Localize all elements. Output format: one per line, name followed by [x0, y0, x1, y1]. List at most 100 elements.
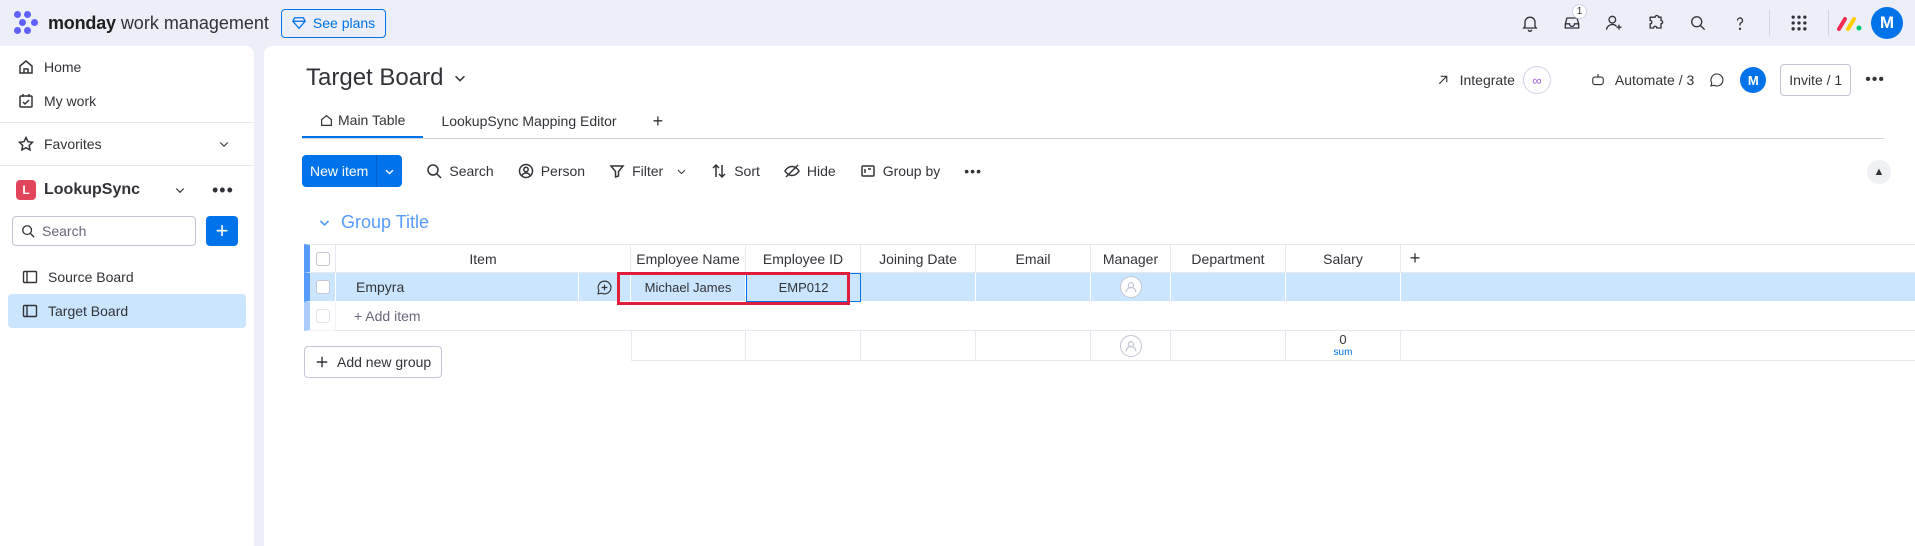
- invite-button[interactable]: Invite / 1: [1780, 64, 1852, 96]
- top-icons: 1 M: [1509, 0, 1903, 46]
- automate-button[interactable]: Automate / 3: [1589, 71, 1694, 89]
- see-plans-button[interactable]: See plans: [280, 8, 387, 38]
- more-options-icon[interactable]: •••: [212, 180, 234, 201]
- sidebar-item-target-board[interactable]: Target Board: [8, 294, 246, 328]
- divider: [1769, 10, 1770, 36]
- header-filler: [1429, 244, 1915, 273]
- search-button[interactable]: Search: [414, 155, 505, 187]
- board-member-avatar[interactable]: M: [1740, 67, 1767, 93]
- salary-cell[interactable]: [1286, 273, 1401, 302]
- summary-cell: [746, 331, 861, 361]
- toolbar-label: Group by: [882, 163, 941, 179]
- home-icon: [321, 114, 332, 126]
- add-board-button[interactable]: +: [206, 216, 238, 246]
- collapse-header-button[interactable]: ▲: [1867, 160, 1891, 184]
- board-table: Item Employee Name Employee ID Joining D…: [304, 244, 1915, 361]
- board-icon: [22, 270, 38, 284]
- column-header-item[interactable]: Item: [336, 244, 631, 273]
- more-options-icon[interactable]: •••: [1865, 71, 1885, 89]
- search-icon[interactable]: [1677, 0, 1719, 46]
- divider: [1828, 10, 1829, 36]
- column-header-employee-id[interactable]: Employee ID: [746, 244, 861, 273]
- board-icon: [22, 304, 38, 318]
- person-icon: [518, 163, 533, 179]
- board-title[interactable]: Target Board: [306, 64, 467, 92]
- column-header-employee-name[interactable]: Employee Name: [631, 244, 746, 273]
- sort-button[interactable]: Sort: [699, 155, 772, 187]
- chat-icon: [1710, 73, 1724, 87]
- new-item-button[interactable]: New item: [302, 155, 403, 187]
- toolbar-label: Search: [449, 163, 494, 179]
- chevron-down-icon[interactable]: [318, 216, 331, 229]
- bell-icon[interactable]: [1509, 0, 1551, 46]
- filter-button[interactable]: Filter: [597, 155, 699, 187]
- my-work-icon: [19, 94, 33, 108]
- add-new-group-button[interactable]: Add new group: [304, 346, 443, 378]
- column-header-manager[interactable]: Manager: [1091, 244, 1171, 273]
- email-cell[interactable]: [976, 273, 1091, 302]
- plus-icon: [316, 356, 328, 368]
- group-title-text: Group Title: [341, 212, 430, 232]
- column-header-salary[interactable]: Salary: [1286, 244, 1401, 273]
- tab-main-table[interactable]: Main Table: [302, 104, 424, 138]
- invite-members-icon[interactable]: [1593, 0, 1635, 46]
- column-header-email[interactable]: Email: [976, 244, 1091, 273]
- integrate-button[interactable]: Integrate ∞: [1434, 66, 1551, 94]
- app-grid-icon[interactable]: [1778, 0, 1820, 46]
- workspace-name: LookupSync: [44, 181, 141, 198]
- monday-logo[interactable]: monday work management: [14, 11, 269, 35]
- add-column-button[interactable]: +: [1401, 244, 1429, 273]
- chevron-down-icon[interactable]: [676, 166, 687, 177]
- select-all-checkbox[interactable]: [304, 244, 336, 273]
- tab-lookupsync-mapping-editor[interactable]: LookupSync Mapping Editor: [423, 104, 634, 138]
- group-by-icon: [860, 165, 875, 177]
- more-options-icon[interactable]: •••: [952, 155, 994, 187]
- salary-sum-cell[interactable]: 0 sum: [1286, 331, 1401, 361]
- chevron-down-icon[interactable]: [376, 155, 402, 187]
- add-view-button[interactable]: +: [635, 104, 682, 138]
- add-row-filler: [631, 302, 1915, 331]
- robot-icon: [1592, 74, 1604, 86]
- manager-cell[interactable]: [1091, 273, 1171, 302]
- see-plans-label: See plans: [312, 15, 376, 31]
- column-header-department[interactable]: Department: [1171, 244, 1286, 273]
- updates-button[interactable]: [1708, 71, 1726, 89]
- search-placeholder: Search: [42, 223, 87, 239]
- item-name-cell[interactable]: Empyra: [336, 272, 631, 302]
- row-checkbox[interactable]: [304, 273, 336, 302]
- sidebar-item-favorites[interactable]: Favorites: [0, 127, 254, 161]
- group-by-button[interactable]: Group by: [848, 155, 953, 187]
- salary-sum-label: sum: [1333, 347, 1353, 359]
- table-header-row: Item Employee Name Employee ID Joining D…: [304, 244, 1915, 273]
- workspace-badge: L: [16, 180, 36, 200]
- logo-icon: [14, 11, 42, 35]
- apps-icon[interactable]: [1635, 0, 1677, 46]
- new-item-label: New item: [310, 163, 369, 179]
- hide-button[interactable]: Hide: [772, 155, 848, 187]
- column-header-joining-date[interactable]: Joining Date: [861, 244, 976, 273]
- sidebar-item-my-work[interactable]: My work: [0, 84, 254, 118]
- board-label: Source Board: [48, 269, 134, 285]
- highlight-box: [617, 272, 850, 305]
- joining-date-cell[interactable]: [861, 273, 976, 302]
- sidebar-item-home[interactable]: Home: [0, 50, 254, 84]
- toolbar-label: Person: [540, 163, 586, 179]
- sidebar-search-input[interactable]: Search: [12, 216, 196, 246]
- board-header-actions: Integrate ∞ Automate / 3 M Invite / 1 ••…: [1434, 64, 1885, 96]
- manager-summary-cell[interactable]: [1091, 331, 1171, 361]
- help-icon[interactable]: [1719, 0, 1761, 46]
- sidebar-item-source-board[interactable]: Source Board: [8, 260, 246, 294]
- tab-label: LookupSync Mapping Editor: [441, 113, 617, 129]
- workspace-selector[interactable]: L LookupSync •••: [0, 170, 254, 210]
- person-filter-button[interactable]: Person: [506, 155, 597, 187]
- chevron-down-icon[interactable]: [174, 184, 186, 196]
- add-item-input[interactable]: + Add item: [336, 302, 631, 331]
- group-title[interactable]: Group Title: [318, 212, 429, 233]
- row-filler: [1401, 273, 1915, 302]
- table-row[interactable]: Empyra Michael James EMP012: [304, 272, 1915, 302]
- home-icon: [19, 60, 33, 74]
- department-cell[interactable]: [1171, 273, 1286, 302]
- inbox-icon[interactable]: 1: [1551, 0, 1593, 46]
- user-avatar[interactable]: M: [1871, 7, 1903, 39]
- chevron-down-icon: [455, 75, 466, 82]
